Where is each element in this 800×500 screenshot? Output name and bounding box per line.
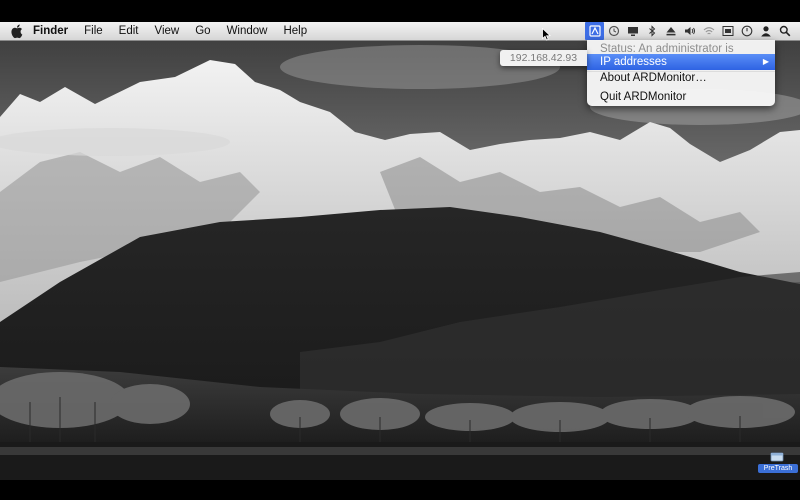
user-icon[interactable] (756, 22, 775, 40)
ardmonitor-icon[interactable] (585, 22, 604, 40)
apple-icon[interactable] (10, 23, 24, 39)
time-machine-icon[interactable] (604, 22, 623, 40)
mouse-cursor-icon (542, 28, 551, 41)
volume-icon[interactable] (680, 22, 699, 40)
menu-file[interactable]: File (84, 22, 103, 40)
quit-ardmonitor-menu-item[interactable]: Quit ARDMonitor (587, 89, 775, 105)
submenu-arrow-icon: ▶ (762, 57, 769, 66)
ardmonitor-menu: Status: An administrator is connected! I… (587, 40, 775, 106)
menu-window[interactable]: Window (227, 22, 268, 40)
ip-address-item[interactable]: 192.168.42.93 (510, 52, 577, 64)
menu-finder[interactable]: Finder (33, 22, 68, 40)
menu-bar: Finder File Edit View Go Window Help (0, 22, 800, 41)
menu-go[interactable]: Go (195, 22, 210, 40)
clock-icon[interactable] (737, 22, 756, 40)
pretrash-label: PreTrash (758, 464, 798, 473)
eject-icon[interactable] (661, 22, 680, 40)
wifi-icon[interactable] (699, 22, 718, 40)
ip-addresses-label: IP addresses (600, 56, 667, 68)
pretrash-icon (770, 452, 784, 462)
menu-help[interactable]: Help (283, 22, 307, 40)
bluetooth-icon[interactable] (642, 22, 661, 40)
pretrash-desktop-item[interactable]: PreTrash (758, 452, 798, 478)
ip-address-submenu: 192.168.42.93 (500, 50, 587, 66)
display-icon[interactable] (623, 22, 642, 40)
ip-addresses-menu-item[interactable]: IP addresses ▶ (587, 54, 775, 70)
keyboard-icon[interactable] (718, 22, 737, 40)
menu-edit[interactable]: Edit (119, 22, 139, 40)
about-ardmonitor-menu-item[interactable]: About ARDMonitor… (587, 70, 775, 86)
menu-view[interactable]: View (155, 22, 180, 40)
spotlight-icon[interactable] (775, 22, 794, 40)
status-menu-area (585, 22, 794, 40)
